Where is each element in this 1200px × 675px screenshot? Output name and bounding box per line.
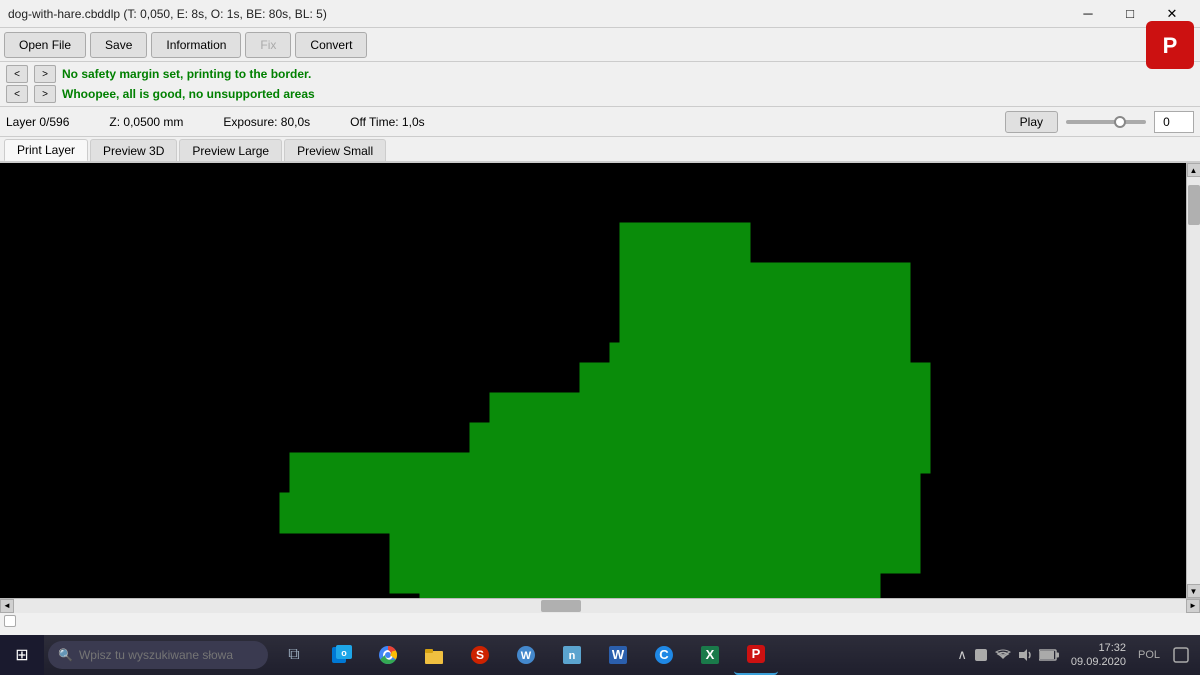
fix-button[interactable]: Fix xyxy=(245,32,291,58)
play-area: Play xyxy=(1005,111,1194,133)
taskbar-search-input[interactable] xyxy=(79,648,239,662)
language-indicator: POL xyxy=(1138,649,1160,661)
resin-icon: P xyxy=(745,643,767,665)
volume-icon xyxy=(1017,647,1033,663)
start-icon: ⊞ xyxy=(15,645,28,665)
layer-spinbox[interactable] xyxy=(1154,111,1194,133)
tab-preview-large[interactable]: Preview Large xyxy=(179,139,282,161)
taskbar-excel[interactable]: X xyxy=(688,635,732,675)
explorer-icon xyxy=(423,644,445,666)
slider-thumb[interactable] xyxy=(1114,116,1126,128)
app1-icon: S xyxy=(469,644,491,666)
indicator-dot[interactable] xyxy=(4,615,16,627)
taskbar-app1[interactable]: S xyxy=(458,635,502,675)
task-view-button[interactable]: ⧉ xyxy=(272,635,316,675)
taskbar-chrome2[interactable]: C xyxy=(642,635,686,675)
taskbar-app3[interactable]: n xyxy=(550,635,594,675)
minimize-button[interactable]: ─ xyxy=(1068,3,1108,25)
tabs: Print Layer Preview 3D Preview Large Pre… xyxy=(0,137,1200,163)
tab-print-layer[interactable]: Print Layer xyxy=(4,139,88,161)
layer-info: Layer 0/596 xyxy=(6,115,69,129)
nav-prev-1[interactable]: < xyxy=(6,65,28,83)
convert-button[interactable]: Convert xyxy=(295,32,367,58)
window-title: dog-with-hare.cbddlp (T: 0,050, E: 8s, O… xyxy=(8,7,327,21)
notification-center[interactable] xyxy=(1166,635,1196,675)
taskbar-app2[interactable]: W xyxy=(504,635,548,675)
tray-icon-1 xyxy=(973,647,989,663)
scroll-thumb-vertical[interactable] xyxy=(1188,185,1200,225)
notification-icon xyxy=(1172,646,1190,664)
canvas-area: ▲ ▼ xyxy=(0,163,1200,598)
scroll-left-arrow[interactable]: ◄ xyxy=(0,599,14,613)
chrome-icon xyxy=(377,644,399,666)
svg-text:n: n xyxy=(569,650,576,662)
information-button[interactable]: Information xyxy=(151,32,241,58)
exposure-info: Exposure: 80,0s xyxy=(223,115,310,129)
scroll-right-arrow[interactable]: ► xyxy=(1186,599,1200,613)
nav-prev-2[interactable]: < xyxy=(6,85,28,103)
open-file-button[interactable]: Open File xyxy=(4,32,86,58)
save-button[interactable]: Save xyxy=(90,32,147,58)
svg-text:W: W xyxy=(521,650,532,662)
app2-icon: W xyxy=(515,644,537,666)
slider-track xyxy=(1066,120,1146,124)
task-view-icon: ⧉ xyxy=(288,646,299,664)
bottom-indicator-bar xyxy=(0,612,1200,628)
taskbar-explorer[interactable] xyxy=(412,635,456,675)
taskbar-resin[interactable]: P xyxy=(734,635,778,675)
speed-slider[interactable] xyxy=(1066,113,1146,131)
excel-icon: X xyxy=(699,644,721,666)
taskbar-word[interactable]: W xyxy=(596,635,640,675)
start-button[interactable]: ⊞ xyxy=(0,635,44,675)
chrome2-icon: C xyxy=(653,644,675,666)
z-info: Z: 0,0500 mm xyxy=(109,115,183,129)
taskbar-outlook[interactable]: o xyxy=(320,635,364,675)
warning-text-1: No safety margin set, printing to the bo… xyxy=(62,67,311,81)
nav-next-1[interactable]: > xyxy=(34,65,56,83)
title-bar: dog-with-hare.cbddlp (T: 0,050, E: 8s, O… xyxy=(0,0,1200,28)
scroll-down-arrow[interactable]: ▼ xyxy=(1187,584,1200,598)
warning-text-2: Whoopee, all is good, no unsupported are… xyxy=(62,87,315,101)
system-tray: ∧ 17:32 09.09.2020 POL xyxy=(957,635,1200,675)
svg-text:C: C xyxy=(659,647,669,662)
outlook-icon: o xyxy=(331,644,353,666)
offtime-info: Off Time: 1,0s xyxy=(350,115,424,129)
layer-preview-svg xyxy=(0,163,1184,598)
taskbar-search[interactable]: 🔍 xyxy=(48,641,268,669)
svg-text:W: W xyxy=(612,647,625,662)
taskbar-apps: o S W n W xyxy=(320,635,778,675)
battery-icon xyxy=(1039,647,1059,663)
svg-text:S: S xyxy=(476,648,484,662)
play-button[interactable]: Play xyxy=(1005,111,1058,133)
scroll-track-horizontal[interactable] xyxy=(14,599,1186,613)
scroll-thumb-horizontal[interactable] xyxy=(541,600,581,612)
word-icon: W xyxy=(607,644,629,666)
scroll-up-arrow[interactable]: ▲ xyxy=(1187,163,1200,177)
tab-preview-3d[interactable]: Preview 3D xyxy=(90,139,177,161)
show-hidden-icon[interactable]: ∧ xyxy=(957,647,967,663)
system-time[interactable]: 17:32 09.09.2020 xyxy=(1065,641,1132,670)
wifi-icon xyxy=(995,647,1011,663)
info-row-1: < > No safety margin set, printing to th… xyxy=(6,64,1194,84)
vertical-scrollbar[interactable]: ▲ ▼ xyxy=(1186,163,1200,598)
layer-bar: Layer 0/596 Z: 0,0500 mm Exposure: 80,0s… xyxy=(0,107,1200,137)
app3-icon: n xyxy=(561,644,583,666)
svg-text:P: P xyxy=(752,646,761,661)
taskbar-search-icon: 🔍 xyxy=(58,648,73,662)
tab-preview-small[interactable]: Preview Small xyxy=(284,139,386,161)
info-area: < > No safety margin set, printing to th… xyxy=(0,62,1200,107)
nav-next-2[interactable]: > xyxy=(34,85,56,103)
svg-text:o: o xyxy=(341,648,347,658)
toolbar: Open File Save Information Fix Convert P xyxy=(0,28,1200,62)
taskbar-chrome[interactable] xyxy=(366,635,410,675)
app-logo: P xyxy=(1144,19,1196,71)
taskbar: ⊞ 🔍 ⧉ o S xyxy=(0,635,1200,675)
info-row-2: < > Whoopee, all is good, no unsupported… xyxy=(6,84,1194,104)
horizontal-scrollbar[interactable]: ◄ ► xyxy=(0,598,1200,612)
svg-text:P: P xyxy=(1163,33,1178,58)
svg-text:X: X xyxy=(706,647,715,662)
